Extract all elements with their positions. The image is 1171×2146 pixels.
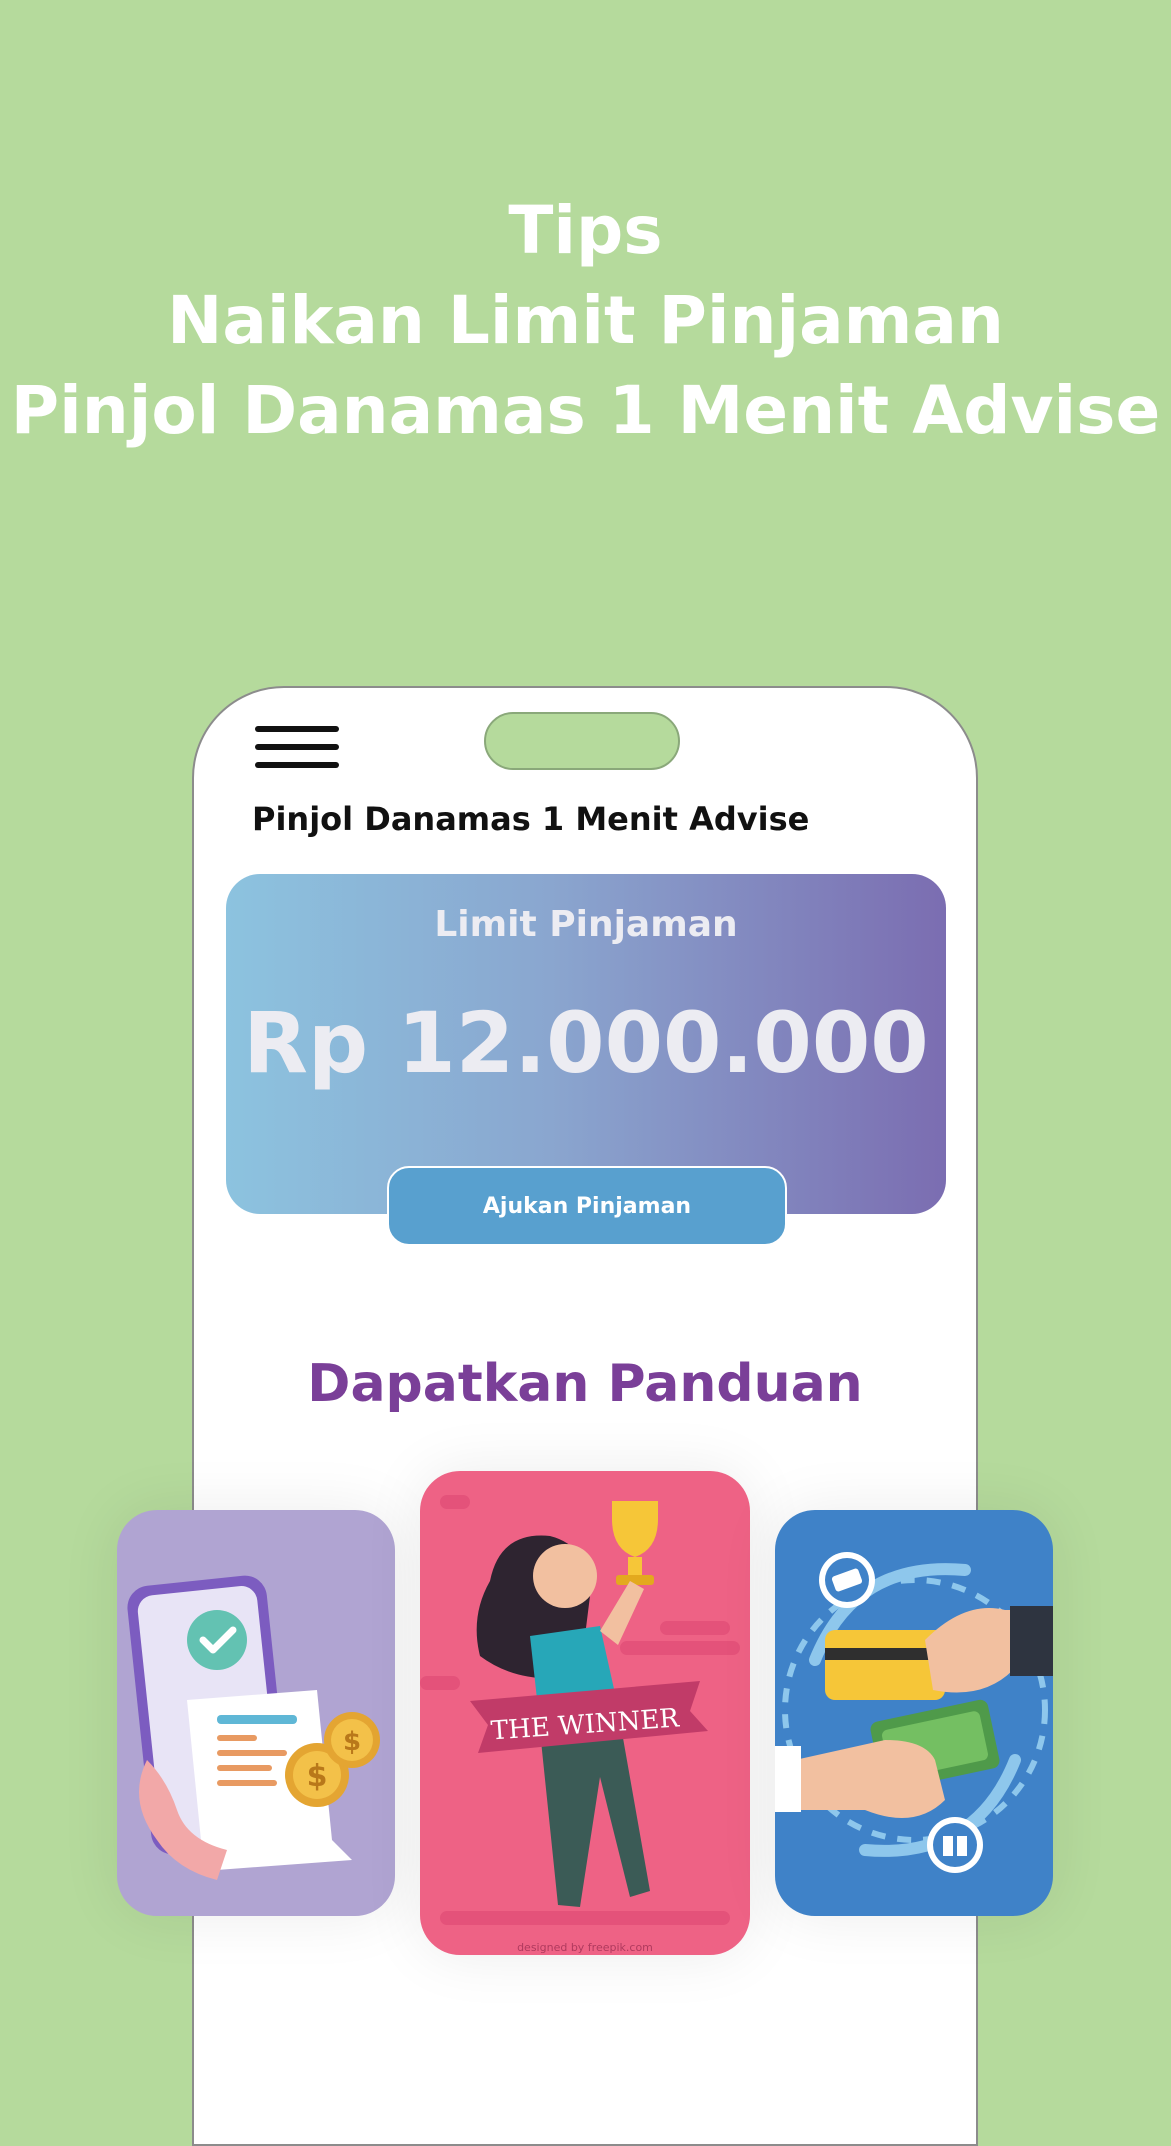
- headline-line-1: Tips: [508, 192, 663, 269]
- app-title: Pinjol Danamas 1 Menit Advise: [252, 800, 810, 838]
- headline-line-2: Naikan Limit Pinjaman: [167, 282, 1004, 359]
- svg-text:$: $: [307, 1759, 328, 1794]
- guide-card-payment[interactable]: $ $: [117, 1510, 395, 1916]
- freepik-credit: designed by freepik.com: [517, 1941, 653, 1954]
- guide-card-winner[interactable]: THE WINNER designed by freepik.com: [420, 1471, 750, 1955]
- limit-label: Limit Pinjaman: [434, 904, 738, 945]
- headline-line-3: Pinjol Danamas 1 Menit Advise: [10, 372, 1161, 449]
- limit-card: Limit Pinjaman Rp 12.000.000: [226, 874, 946, 1214]
- guide-card-exchange[interactable]: [775, 1510, 1053, 1916]
- winner-illustration: THE WINNER designed by freepik.com: [420, 1495, 740, 1954]
- trophy-icon: [612, 1501, 658, 1585]
- gift-icon: [927, 1817, 983, 1873]
- headline: Tips Naikan Limit Pinjaman Pinjol Danama…: [0, 186, 1171, 456]
- money-icon: [819, 1552, 875, 1608]
- check-icon: [187, 1610, 247, 1670]
- guide-heading: Dapatkan Panduan: [307, 1354, 863, 1414]
- phone-notch: [484, 712, 680, 770]
- menu-icon[interactable]: [255, 726, 339, 768]
- exchange-illustration: [775, 1552, 1053, 1873]
- payment-illustration: $ $: [127, 1575, 380, 1880]
- apply-loan-button[interactable]: Ajukan Pinjaman: [387, 1166, 787, 1246]
- limit-amount: Rp 12.000.000: [243, 994, 929, 1092]
- svg-text:$: $: [343, 1727, 361, 1757]
